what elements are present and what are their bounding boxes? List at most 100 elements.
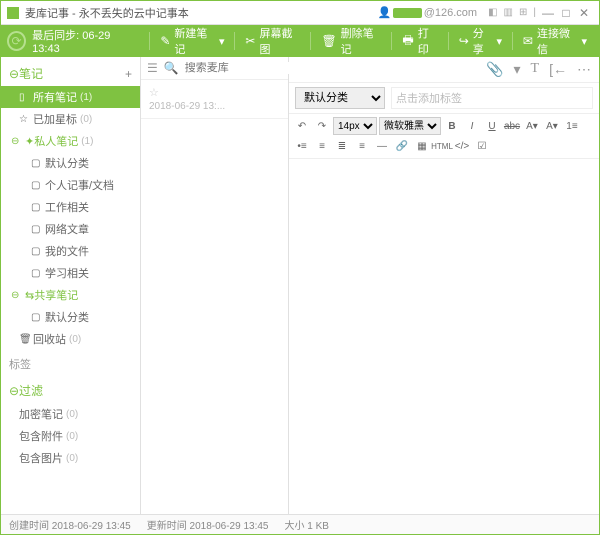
- delete-label: 删除笔记: [341, 25, 382, 57]
- minimize-button[interactable]: —: [541, 6, 555, 20]
- folder-personal[interactable]: ▢个人记事/文档: [1, 174, 140, 196]
- toggle-1[interactable]: ◧: [488, 7, 497, 18]
- bold-icon[interactable]: B: [443, 117, 461, 135]
- folder-myfiles[interactable]: ▢我的文件: [1, 240, 140, 262]
- filter-count: (0): [66, 409, 78, 420]
- search-icon[interactable]: 🔍: [164, 61, 179, 75]
- new-note-label: 新建笔记: [174, 25, 215, 57]
- folder-web[interactable]: ▢网络文章: [1, 218, 140, 240]
- wechat-button[interactable]: ✉连接微信▾: [517, 25, 593, 57]
- tags-input[interactable]: 点击添加标签: [391, 87, 593, 109]
- tags-section[interactable]: 标签: [1, 350, 140, 378]
- italic-icon[interactable]: I: [463, 117, 481, 135]
- checkbox-icon[interactable]: ☑: [473, 137, 491, 155]
- share-icon: ⇆: [25, 289, 34, 302]
- scissors-icon: ✂: [245, 34, 255, 48]
- folder-icon: ▢: [31, 246, 45, 257]
- hr-icon[interactable]: —: [373, 137, 391, 155]
- link-icon[interactable]: 🔗: [393, 137, 411, 155]
- chevron-down-icon: ▾: [219, 35, 225, 48]
- sidebar-item-all-notes[interactable]: ▯ 所有笔记 (1): [1, 86, 140, 108]
- folder-icon: ▢: [31, 224, 45, 235]
- code-icon[interactable]: </>: [453, 137, 471, 155]
- note-item[interactable]: ☆ 2018-06-29 13:...: [141, 80, 288, 119]
- folder-label: 网络文章: [45, 221, 89, 237]
- filter-images[interactable]: 包含图片(0): [1, 447, 140, 469]
- ol-icon[interactable]: 1≡: [563, 117, 581, 135]
- shared-folder-default[interactable]: ▢默认分类: [1, 306, 140, 328]
- folder-icon: ▢: [31, 180, 45, 191]
- notes-header-label: 笔记: [19, 65, 125, 82]
- category-select[interactable]: 默认分类: [295, 87, 385, 109]
- folder-label: 学习相关: [45, 265, 89, 281]
- person-icon: ✦: [25, 135, 34, 148]
- align-right-icon[interactable]: ≡: [353, 137, 371, 155]
- star-icon: ☆: [19, 114, 33, 125]
- close-button[interactable]: ✕: [577, 6, 591, 20]
- item-label: 已加星标: [33, 111, 77, 127]
- delete-button[interactable]: 🗑删除笔记: [315, 25, 387, 57]
- redo-icon[interactable]: ↷: [313, 117, 331, 135]
- folder-icon: ▢: [31, 158, 45, 169]
- wechat-label: 连接微信: [537, 25, 578, 57]
- filter-label: 加密笔记: [19, 406, 63, 422]
- ul-icon[interactable]: •≡: [293, 137, 311, 155]
- fontcolor-icon[interactable]: A▾: [523, 117, 541, 135]
- table-icon[interactable]: ▦: [413, 137, 431, 155]
- folder-work[interactable]: ▢工作相关: [1, 196, 140, 218]
- add-icon[interactable]: +: [125, 67, 132, 81]
- list-toolbar: ☰ 🔍: [141, 57, 288, 80]
- html-icon[interactable]: HTML: [433, 137, 451, 155]
- toggle-2[interactable]: ▥: [504, 7, 513, 18]
- sidebar-item-starred[interactable]: ☆ 已加星标 (0): [1, 108, 140, 130]
- status-updated: 更新时间 2018-06-29 13:45: [147, 517, 269, 532]
- user-account[interactable]: 👤 x @126.com: [378, 6, 478, 19]
- window-title: 麦库记事 - 永不丢失的云中记事本: [25, 5, 378, 21]
- export-icon[interactable]: [←: [549, 61, 567, 78]
- filter-label: 过滤: [19, 382, 132, 399]
- editor-canvas[interactable]: [289, 159, 599, 514]
- user-mask: x: [393, 8, 422, 18]
- new-note-button[interactable]: ✎新建笔记▾: [154, 25, 230, 57]
- fontsize-select[interactable]: 14px: [333, 117, 377, 135]
- folder-study[interactable]: ▢学习相关: [1, 262, 140, 284]
- filter-label: 包含附件: [19, 428, 63, 444]
- filter-attachments[interactable]: 包含附件(0): [1, 425, 140, 447]
- fontfamily-select[interactable]: 微软雅黑: [379, 117, 441, 135]
- collapse-icon: ⊖: [11, 290, 25, 301]
- undo-icon[interactable]: ↶: [293, 117, 311, 135]
- print-button[interactable]: 🖶打印: [396, 25, 443, 57]
- trash-icon: 🗑: [19, 334, 33, 345]
- sync-icon[interactable]: ⟳: [7, 31, 26, 51]
- toggle-4[interactable]: |: [533, 7, 536, 18]
- align-center-icon[interactable]: ≣: [333, 137, 351, 155]
- text-icon[interactable]: T: [531, 61, 540, 78]
- share-button[interactable]: ↪分享▾: [453, 25, 508, 57]
- user-icon: 👤: [378, 6, 392, 19]
- shared-header[interactable]: ⊖ ⇆ 共享笔记: [1, 284, 140, 306]
- folder-default[interactable]: ▢默认分类: [1, 152, 140, 174]
- filter-label: 包含图片: [19, 450, 63, 466]
- strike-icon[interactable]: abc: [503, 117, 521, 135]
- maximize-button[interactable]: □: [559, 6, 573, 20]
- folder-icon: ▢: [31, 312, 45, 323]
- more-icon[interactable]: ⋯: [577, 61, 591, 78]
- attach-icon[interactable]: 📎: [486, 61, 503, 78]
- item-label: 所有笔记: [33, 89, 77, 105]
- folder-label: 我的文件: [45, 243, 89, 259]
- screenshot-button[interactable]: ✂屏幕截图: [239, 25, 306, 57]
- filter-encrypted[interactable]: 加密笔记(0): [1, 403, 140, 425]
- underline-icon[interactable]: U: [483, 117, 501, 135]
- status-size: 大小 1 KB: [284, 517, 328, 532]
- notes-header[interactable]: ⊖ 笔记 +: [1, 61, 140, 86]
- private-header[interactable]: ⊖ ✦ 私人笔记 (1): [1, 130, 140, 152]
- sync-label: 最后同步: 06-29 13:43: [32, 27, 135, 55]
- highlight-icon[interactable]: A▾: [543, 117, 561, 135]
- filter-header[interactable]: ⊖ 过滤: [1, 378, 140, 403]
- star-icon[interactable]: ☆: [149, 87, 159, 99]
- list-view-icon[interactable]: ☰: [147, 61, 158, 75]
- sidebar-item-trash[interactable]: 🗑 回收站 (0): [1, 328, 140, 350]
- align-left-icon[interactable]: ≡: [313, 137, 331, 155]
- toggle-3[interactable]: ⊞: [519, 7, 527, 18]
- chevron-down-icon[interactable]: ▾: [514, 61, 521, 78]
